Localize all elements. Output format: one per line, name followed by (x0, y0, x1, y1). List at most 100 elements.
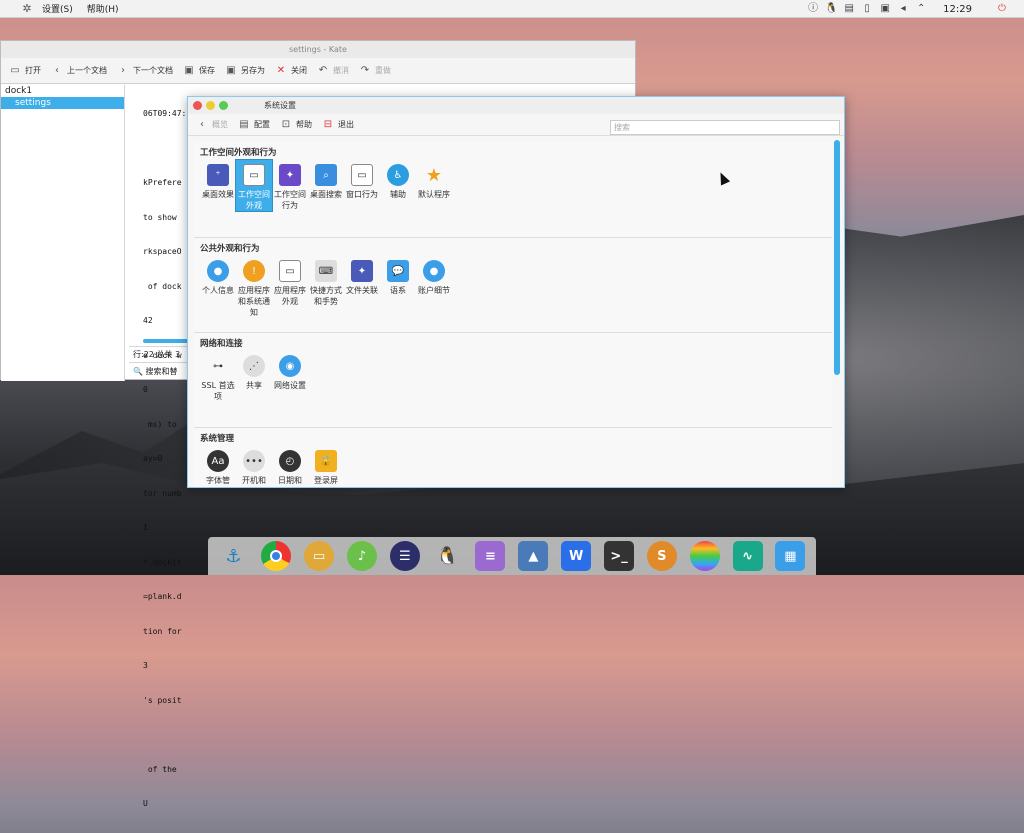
item-notifications[interactable]: ! 应用程序和系统通知 (236, 256, 272, 318)
help-button[interactable]: ⊡ 帮助 (280, 119, 312, 131)
eclipse-icon[interactable]: ☰ (389, 541, 420, 571)
quit-button[interactable]: ⊟ 退出 (322, 119, 354, 131)
item-account-details[interactable]: ● 账户细节 (416, 256, 452, 318)
next-doc-button[interactable]: › 下一个文档 (117, 65, 173, 77)
settings-search-input[interactable]: 搜索 (610, 120, 840, 135)
network-icon[interactable]: ▣ (879, 3, 891, 15)
item-window-behavior[interactable]: ▭ 窗口行为 (344, 160, 380, 211)
clipboard-icon[interactable]: ▤ (843, 3, 855, 15)
editor-line: 3 (143, 661, 148, 670)
item-network-settings[interactable]: ◉ 网络设置 (272, 351, 308, 402)
item-shortcuts[interactable]: ⌨ 快捷方式和手势 (308, 256, 344, 318)
configure-button[interactable]: ▤ 配置 (238, 119, 270, 131)
item-sharing[interactable]: ⋰ 共享 (236, 351, 272, 402)
doc-item-dock1[interactable]: dock1 (1, 85, 124, 97)
item-desktop-effects[interactable]: ⁺ 桌面效果 (200, 160, 236, 211)
item-default-apps[interactable]: ★ 默认程序 (416, 160, 452, 211)
editor-line: tor numb (143, 488, 182, 498)
music-icon[interactable]: ♪ (346, 541, 377, 571)
section-common: 公共外观和行为 ● 个人信息 ! 应用程序和系统通知 ▭ 应用程序外观 ⌨ 快捷方式和手… (194, 237, 832, 332)
item-login-screen[interactable]: 🔒 登录屏 (308, 446, 344, 486)
section-title: 工作空间外观和行为 (200, 148, 277, 158)
top-panel: ✲ 设置(S) 帮助(H) ⓘ 🐧 ▤ ▯ ▣ ◂ ⌃ 12:29 ⏻ (0, 0, 1024, 18)
rainbow-icon[interactable] (689, 541, 720, 571)
item-desktop-search[interactable]: ⌕ 桌面搜索 (308, 160, 344, 211)
anchor-icon[interactable]: ⚓ (218, 541, 248, 571)
workspace-behavior-icon: ✦ (279, 164, 301, 186)
overview-button[interactable]: ‹ 概览 (196, 119, 228, 131)
open-button[interactable]: ▭ 打开 (9, 65, 41, 77)
redo-button[interactable]: ↷ 重做 (359, 65, 391, 77)
settings-titlebar: 系统设置 (188, 97, 844, 114)
editor-line: tion for (143, 626, 182, 636)
settings-content: 工作空间外观和行为 ⁺ 桌面效果 ▭ 工作空间外观 ✦ 工作空间行为 ⌕ 桌面搜索 ▭ 窗… (194, 142, 832, 487)
file-association-icon: ✦ (351, 260, 373, 282)
prev-doc-button[interactable]: ‹ 上一个文档 (51, 65, 107, 77)
item-datetime[interactable]: ◴ 日期和 (272, 446, 308, 486)
close-button[interactable]: ✕ 关闭 (275, 65, 307, 77)
undo-button[interactable]: ↶ 撤消 (317, 65, 349, 77)
help-icon: ⊡ (281, 118, 291, 130)
item-locale[interactable]: 💬 语系 (380, 256, 416, 318)
minimize-window-button[interactable] (206, 101, 215, 110)
phone-icon[interactable]: ▯ (861, 3, 873, 15)
image-viewer-icon[interactable]: ▲ (518, 541, 549, 571)
close-window-button[interactable] (193, 101, 202, 110)
font-icon: Aa (207, 450, 229, 472)
item-personal-info[interactable]: ● 个人信息 (200, 256, 236, 318)
close-icon: ✕ (276, 64, 286, 76)
item-file-associations[interactable]: ✦ 文件关联 (344, 256, 380, 318)
item-accessibility[interactable]: ♿ 辅助 (380, 160, 416, 211)
section-workspace: 工作空间外观和行为 ⁺ 桌面效果 ▭ 工作空间外观 ✦ 工作空间行为 ⌕ 桌面搜索 ▭ 窗… (194, 142, 832, 237)
more-icon: ••• (243, 450, 265, 472)
item-app-appearance[interactable]: ▭ 应用程序外观 (272, 256, 308, 318)
horizontal-scrollbar[interactable] (143, 339, 189, 343)
workspace-appearance-icon: ▭ (243, 164, 265, 186)
undo-icon: ↶ (318, 64, 328, 76)
item-fonts[interactable]: Aa 字体管 (200, 446, 236, 486)
vertical-scrollbar[interactable] (834, 140, 840, 375)
power-icon[interactable]: ⏻ (996, 3, 1008, 15)
item-workspace-appearance[interactable]: ▭ 工作空间外观 (235, 159, 273, 212)
chevron-right-icon: › (121, 64, 125, 76)
volume-icon[interactable]: ◂ (897, 3, 909, 15)
item-workspace-behavior[interactable]: ✦ 工作空间行为 (272, 160, 308, 211)
screenshot-icon[interactable]: ▦ (775, 541, 806, 571)
locale-icon: 💬 (387, 260, 409, 282)
activity-monitor-icon[interactable]: ∿ (732, 541, 763, 571)
item-ssl[interactable]: ⊶ SSL 首选项 (200, 351, 236, 402)
accessibility-icon: ♿ (387, 164, 409, 186)
kate-toolbar: ▭ 打开 ‹ 上一个文档 › 下一个文档 ▣ 保存 ▣ 另存为 ✕ 关闭 ↶ 撤消 ↷ 重做 (1, 58, 635, 84)
editor-line: U (143, 799, 148, 808)
editor-line: 1 (143, 523, 148, 532)
item-startup[interactable]: ••• 开机和 (236, 446, 272, 486)
window-behavior-icon: ▭ (351, 164, 373, 186)
keyboard-icon: ⌨ (315, 260, 337, 282)
document-icon[interactable]: ≡ (475, 541, 506, 571)
maximize-window-button[interactable] (219, 101, 228, 110)
clock[interactable]: 12:29 (943, 4, 972, 15)
section-title: 网络和连接 (200, 339, 243, 349)
info-icon[interactable]: ⓘ (807, 3, 819, 15)
save-button[interactable]: ▣ 保存 (183, 65, 215, 77)
terminal-icon[interactable]: >_ (604, 541, 635, 571)
save-as-button[interactable]: ▣ 另存为 (225, 65, 265, 77)
account-icon: ● (423, 260, 445, 282)
files-icon[interactable]: ▭ (304, 541, 335, 571)
menu-settings[interactable]: 设置(S) (42, 2, 73, 15)
section-title: 系统管理 (200, 434, 235, 444)
sublime-icon[interactable]: S (646, 541, 677, 571)
chrome-icon[interactable] (261, 541, 292, 571)
wps-icon[interactable]: W (561, 541, 592, 571)
menu-help[interactable]: 帮助(H) (87, 2, 119, 15)
qq-icon[interactable]: 🐧 (433, 541, 463, 571)
doc-item-settings[interactable]: settings (1, 97, 124, 109)
chevron-up-icon[interactable]: ⌃ (915, 3, 927, 15)
sliders-icon: ⊶ (213, 360, 223, 372)
system-settings-window: 系统设置 ‹ 概览 ▤ 配置 ⊡ 帮助 ⊟ 退出 搜索 工作空间外观和行为 ⁺ 桌面效果 … (187, 96, 845, 488)
desktop-search-icon: ⌕ (315, 164, 337, 186)
app-menu-icon[interactable]: ✲ (20, 2, 34, 16)
qq-icon[interactable]: 🐧 (825, 3, 837, 15)
editor-line: =plank.d (143, 592, 182, 601)
